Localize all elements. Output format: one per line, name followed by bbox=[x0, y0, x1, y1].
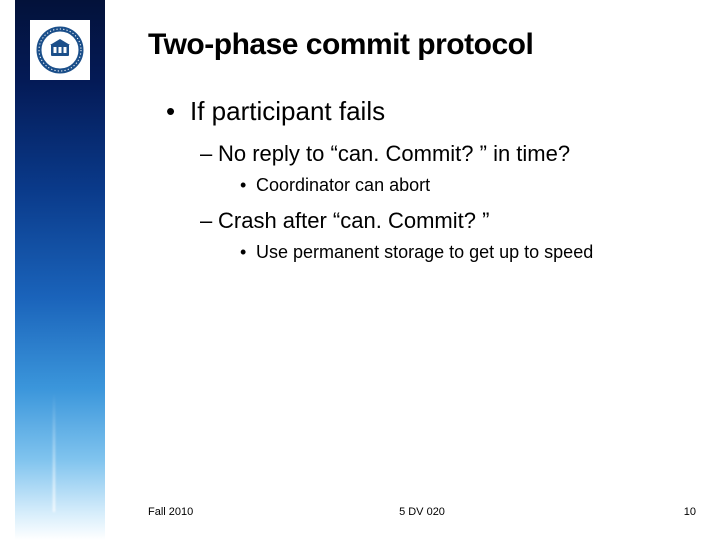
university-logo bbox=[30, 20, 90, 80]
sidebar bbox=[0, 0, 120, 540]
bullet-level3: Coordinator can abort bbox=[240, 175, 696, 196]
bullet-level2: Crash after “can. Commit? ” bbox=[200, 208, 696, 234]
slide-title: Two-phase commit protocol bbox=[148, 28, 696, 62]
bullet-level3: Use permanent storage to get up to speed bbox=[240, 242, 696, 263]
footer-center: 5 DV 020 bbox=[148, 506, 696, 518]
slide: Two-phase commit protocol If participant… bbox=[0, 0, 720, 540]
footer-left: Fall 2010 bbox=[148, 506, 193, 518]
sidebar-gradient bbox=[15, 0, 105, 540]
seal-icon bbox=[36, 26, 84, 74]
bullet-list: If participant fails No reply to “can. C… bbox=[148, 96, 696, 263]
content-area: Two-phase commit protocol If participant… bbox=[120, 0, 720, 540]
footer: Fall 2010 5 DV 020 10 bbox=[148, 506, 696, 518]
bullet-level1: If participant fails bbox=[166, 96, 696, 127]
bullet-level2: No reply to “can. Commit? ” in time? bbox=[200, 141, 696, 167]
footer-page-number: 10 bbox=[684, 506, 696, 518]
